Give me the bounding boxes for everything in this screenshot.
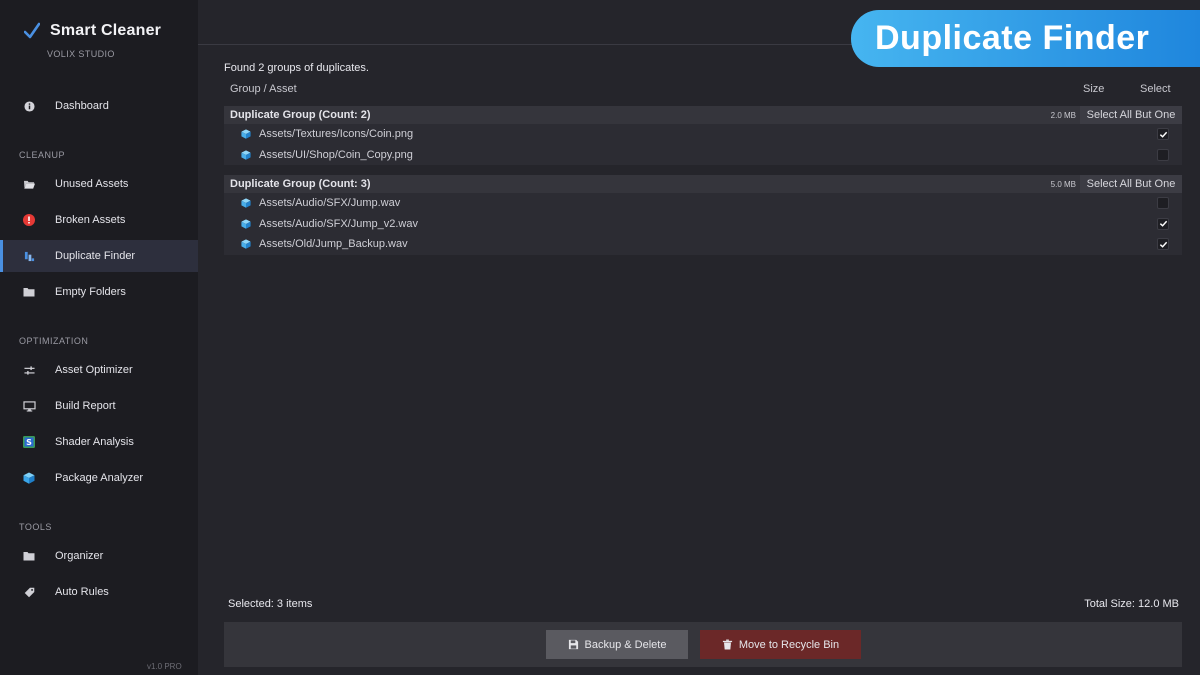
app-subtitle: VOLIX STUDIO (47, 49, 115, 59)
asset-path: Assets/UI/Shop/Coin_Copy.png (259, 148, 413, 161)
folder-icon (22, 549, 36, 563)
group-title: Duplicate Group (Count: 3) (230, 178, 371, 190)
sidebar-item-label: Package Analyzer (55, 472, 144, 484)
select-all-but-one-button[interactable]: Select All But One (1080, 106, 1182, 124)
sidebar-item-empty-folders[interactable]: Empty Folders (0, 276, 198, 308)
tag-icon (22, 585, 36, 599)
sidebar-item-shader-analysis[interactable]: S Shader Analysis (0, 426, 198, 458)
column-header-size: Size (1083, 83, 1105, 95)
asset-cube-icon (241, 239, 251, 249)
checkmark-logo-icon (24, 22, 40, 39)
asset-cube-icon (241, 149, 251, 160)
title-banner: Duplicate Finder (851, 10, 1200, 67)
selected-count: Selected: 3 items (228, 598, 313, 610)
sidebar-item-label: Organizer (55, 550, 104, 562)
banner-title: Duplicate Finder (875, 19, 1150, 57)
asset-path: Assets/Old/Jump_Backup.wav (259, 238, 408, 251)
asset-row: Assets/Old/Jump_Backup.wav (224, 234, 1182, 255)
version-label: v1.0 PRO (147, 662, 182, 671)
group-header: Duplicate Group (Count: 2) 2.0 MB Select… (224, 106, 1182, 124)
select-all-but-one-button[interactable]: Select All But One (1080, 175, 1182, 193)
trash-icon (722, 639, 732, 650)
sidebar-item-build-report[interactable]: Build Report (0, 390, 198, 422)
backup-delete-button[interactable]: Backup & Delete (546, 630, 688, 659)
asset-path: Assets/Textures/Icons/Coin.png (259, 128, 414, 141)
move-to-recycle-bin-button[interactable]: Move to Recycle Bin (700, 630, 861, 659)
group-header: Duplicate Group (Count: 3) 5.0 MB Select… (224, 175, 1182, 193)
asset-cube-icon (241, 218, 251, 229)
sidebar-item-dashboard[interactable]: Dashboard (0, 90, 198, 122)
svg-text:S: S (26, 438, 32, 447)
group-size: 2.0 MB (1050, 110, 1076, 120)
info-icon (22, 99, 36, 113)
asset-row: Assets/Textures/Icons/Coin.png (224, 124, 1182, 145)
shader-icon: S (22, 435, 36, 449)
monitor-icon (22, 399, 36, 413)
sidebar-item-label: Asset Optimizer (55, 364, 133, 376)
recycle-label: Move to Recycle Bin (738, 638, 840, 651)
sidebar-item-package-analyzer[interactable]: Package Analyzer (0, 462, 198, 494)
sidebar: Smart Cleaner VOLIX STUDIO Dashboard CLE… (0, 0, 198, 675)
select-checkbox-checked[interactable] (1157, 128, 1169, 140)
duplicate-group: Duplicate Group (Count: 3) 5.0 MB Select… (224, 175, 1182, 255)
duplicate-group: Duplicate Group (Count: 2) 2.0 MB Select… (224, 106, 1182, 165)
checkmark-icon (1159, 131, 1167, 138)
section-label-tools: TOOLS (19, 522, 52, 532)
group-title: Duplicate Group (Count: 2) (230, 109, 371, 121)
asset-row: Assets/UI/Shop/Coin_Copy.png (224, 145, 1182, 166)
checkmark-icon (1159, 241, 1167, 248)
sliders-icon (22, 363, 36, 377)
asset-path: Assets/Audio/SFX/Jump.wav (259, 197, 401, 210)
folder-open-icon (22, 177, 36, 191)
sidebar-item-label: Shader Analysis (55, 436, 134, 448)
error-icon (22, 213, 36, 227)
sidebar-item-asset-optimizer[interactable]: Asset Optimizer (0, 354, 198, 386)
save-icon (568, 639, 578, 650)
column-header-select: Select (1140, 83, 1171, 95)
sidebar-item-auto-rules[interactable]: Auto Rules (0, 576, 198, 608)
results-summary: Found 2 groups of duplicates. (224, 62, 369, 74)
sidebar-item-broken-assets[interactable]: Broken Assets (0, 204, 198, 236)
checkmark-icon (1159, 220, 1167, 227)
sidebar-item-label: Dashboard (55, 100, 109, 112)
sidebar-item-label: Duplicate Finder (55, 250, 136, 262)
asset-cube-icon (241, 198, 251, 208)
section-label-cleanup: CLEANUP (19, 150, 66, 160)
sidebar-item-duplicate-finder[interactable]: Duplicate Finder (0, 240, 198, 272)
sidebar-item-label: Build Report (55, 400, 116, 412)
duplicate-icon (22, 249, 36, 263)
cube-icon (22, 471, 36, 485)
app-title: Smart Cleaner (50, 22, 162, 39)
select-checkbox[interactable] (1157, 197, 1169, 209)
select-checkbox[interactable] (1157, 148, 1169, 161)
group-size: 5.0 MB (1050, 179, 1076, 189)
asset-cube-icon (241, 129, 251, 139)
column-header-asset: Group / Asset (230, 83, 297, 95)
total-size: Total Size: 12.0 MB (1084, 598, 1179, 610)
sidebar-item-unused-assets[interactable]: Unused Assets (0, 168, 198, 200)
folder-icon (22, 285, 36, 299)
asset-row: Assets/Audio/SFX/Jump_v2.wav (224, 214, 1182, 235)
sidebar-item-organizer[interactable]: Organizer (0, 540, 198, 572)
select-checkbox-checked[interactable] (1157, 217, 1169, 230)
asset-path: Assets/Audio/SFX/Jump_v2.wav (259, 217, 418, 230)
sidebar-item-label: Auto Rules (55, 586, 109, 598)
select-checkbox-checked[interactable] (1157, 238, 1169, 250)
sidebar-item-label: Unused Assets (55, 178, 129, 190)
backup-delete-label: Backup & Delete (584, 638, 667, 651)
section-label-optimization: OPTIMIZATION (19, 336, 89, 346)
asset-row: Assets/Audio/SFX/Jump.wav (224, 193, 1182, 214)
sidebar-item-label: Empty Folders (55, 286, 126, 298)
sidebar-item-label: Broken Assets (55, 214, 126, 226)
action-bar: Backup & Delete Move to Recycle Bin (224, 622, 1182, 667)
brand: Smart Cleaner (24, 22, 161, 40)
